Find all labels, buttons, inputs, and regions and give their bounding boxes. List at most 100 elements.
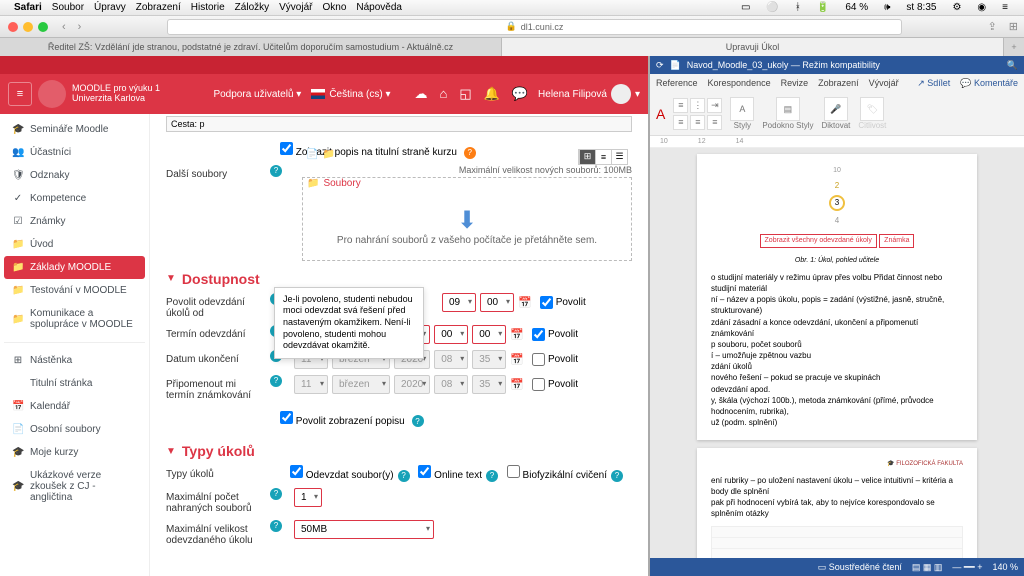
view-tree-icon[interactable]: ☰ <box>611 150 627 164</box>
tab-1[interactable]: Ředitel ZŠ: Vzdělání jde stranou, podsta… <box>0 38 502 56</box>
bullets-icon[interactable]: ≡ <box>673 98 688 113</box>
min-select[interactable]: 00 <box>480 293 514 312</box>
help-icon[interactable]: ? <box>398 470 410 482</box>
bt-icon[interactable]: ᚼ <box>795 2 801 13</box>
cloud-icon[interactable]: ☁ <box>415 86 428 102</box>
airplay-icon[interactable]: ▭ <box>741 2 750 13</box>
tabs-button[interactable]: ⊞ <box>1009 20 1018 33</box>
hour-select[interactable]: 09 <box>442 293 476 312</box>
sidebar-item-nastenka[interactable]: ⊞Nástěnka <box>4 349 145 372</box>
help-icon[interactable]: ? <box>270 488 282 500</box>
autosave-icon[interactable]: ⟳ <box>656 60 664 71</box>
chat-icon[interactable]: 💬 <box>512 86 528 102</box>
folder-name[interactable]: Soubory <box>323 178 360 189</box>
tab-koresp[interactable]: Korespondence <box>708 78 771 88</box>
menu-history[interactable]: Historie <box>191 2 225 13</box>
dictate-button[interactable]: 🎤 <box>824 97 848 121</box>
sidebar-item-znamky[interactable]: ☑Známky <box>4 210 145 233</box>
help-icon[interactable]: ? <box>611 470 623 482</box>
zoom-level[interactable]: 140 % <box>992 562 1018 572</box>
tab-reference[interactable]: Reference <box>656 78 698 88</box>
numbering-icon[interactable]: ⋮ <box>690 98 705 113</box>
menu-file[interactable]: Soubor <box>52 2 84 13</box>
address-bar[interactable]: 🔒 dl1.cuni.cz <box>167 19 901 35</box>
spotlight-icon[interactable]: ⚙ <box>952 2 961 13</box>
enable-checkbox[interactable] <box>532 328 545 341</box>
app-name[interactable]: Safari <box>14 2 42 13</box>
type-bio-checkbox[interactable] <box>507 465 520 478</box>
siri-icon[interactable]: ◉ <box>977 2 986 13</box>
menu-develop[interactable]: Vývojář <box>279 2 312 13</box>
styles-button[interactable]: A <box>730 97 754 121</box>
help-icon[interactable]: ? <box>270 375 282 387</box>
sidebar-item-uvod[interactable]: 📁Úvod <box>4 233 145 256</box>
wifi-icon[interactable]: ⚪ <box>766 2 778 13</box>
battery-icon[interactable]: 🔋 <box>817 2 829 13</box>
clock[interactable]: st 8:35 <box>906 2 936 13</box>
document-area[interactable]: 10 2 3 4 Zobrazit všechny odevzdané úkol… <box>650 148 1024 558</box>
min-select[interactable]: 00 <box>472 325 506 344</box>
hour-select[interactable]: 00 <box>434 325 468 344</box>
indent-icon[interactable]: ⇥ <box>707 98 722 113</box>
sidebar-item-kalendar[interactable]: 📅Kalendář <box>4 395 145 418</box>
add-file-icon[interactable]: 📄 <box>306 149 318 165</box>
view-buttons[interactable]: ▤ ▦ ▥ <box>912 562 943 573</box>
lang-menu[interactable]: Čeština (cs) ▾ <box>329 89 390 100</box>
sidebar-item-kurzy[interactable]: 🎓Moje kurzy <box>4 441 145 464</box>
sidebar-item-zaklady[interactable]: 📁Základy MOODLE <box>4 256 145 279</box>
view-list-icon[interactable]: ≡ <box>595 150 611 164</box>
ruler[interactable]: 101214 <box>650 136 1024 148</box>
help-icon[interactable]: ? <box>486 470 498 482</box>
type-online-checkbox[interactable] <box>418 465 431 478</box>
home-icon[interactable]: ⌂ <box>440 86 448 102</box>
align-center-icon[interactable]: ≡ <box>690 115 705 130</box>
font-color-icon[interactable]: A <box>656 106 665 122</box>
back-button[interactable]: ‹ <box>62 21 66 33</box>
view-grid-icon[interactable]: ⊞ <box>579 150 595 164</box>
help-icon[interactable]: ? <box>270 520 282 532</box>
align-right-icon[interactable]: ≡ <box>707 115 722 130</box>
dashboard-icon[interactable]: ◱ <box>459 86 471 102</box>
zoom-slider[interactable]: — ━━ + <box>952 562 982 573</box>
search-icon[interactable]: 🔍 <box>1007 60 1018 71</box>
file-drop-zone[interactable]: 📁Soubory ⬇ Pro nahrání souborů z vašeho … <box>302 177 632 261</box>
sidebar-item-kompetence[interactable]: ✓Kompetence <box>4 187 145 210</box>
tab-revize[interactable]: Revize <box>781 78 809 88</box>
enable-checkbox[interactable] <box>540 296 553 309</box>
sidebar-item-ucastnici[interactable]: 👥Účastníci <box>4 141 145 164</box>
tab-zobrazeni[interactable]: Zobrazení <box>818 78 859 88</box>
menu-bookmarks[interactable]: Záložky <box>235 2 269 13</box>
window-controls[interactable] <box>0 22 56 32</box>
support-link[interactable]: Podpora uživatelů ▾ <box>213 89 301 100</box>
tab-vyvojar[interactable]: Vývojář <box>869 78 899 88</box>
calendar-icon[interactable]: 📅 <box>518 296 532 309</box>
type-file-checkbox[interactable] <box>290 465 303 478</box>
tab-2[interactable]: Upravuji Úkol <box>502 38 1004 56</box>
max-files-select[interactable]: 1 <box>294 488 322 507</box>
section-availability[interactable]: ▼Dostupnost <box>166 271 632 287</box>
user-menu[interactable]: Helena Filipová▾ <box>538 84 640 104</box>
styles-pane-button[interactable]: ▤ <box>776 97 800 121</box>
share-button[interactable]: ↗ Sdílet <box>917 78 950 89</box>
help-icon[interactable]: ? <box>270 165 282 177</box>
sidebar-item-seminare[interactable]: 🎓Semináře Moodle <box>4 118 145 141</box>
menu-edit[interactable]: Úpravy <box>94 2 126 13</box>
menu-help[interactable]: Nápověda <box>356 2 402 13</box>
calendar-icon[interactable]: 📅 <box>510 328 524 341</box>
help-icon[interactable]: ? <box>412 415 424 427</box>
fwd-button[interactable]: › <box>78 21 82 33</box>
sidebar-item-cj[interactable]: 🎓Ukázkové verze zkoušek z CJ - angličtin… <box>4 464 145 509</box>
section-types[interactable]: ▼Typy úkolů <box>166 443 632 459</box>
sidebar-item-titulni[interactable]: Titulní stránka <box>4 372 145 395</box>
hamburger-button[interactable]: ≡ <box>8 82 32 106</box>
show-desc-checkbox[interactable] <box>280 142 293 155</box>
bell-icon[interactable]: 🔔 <box>484 86 500 102</box>
max-filesize-select[interactable]: 50MB <box>294 520 434 539</box>
show-desc2-checkbox[interactable] <box>280 411 293 424</box>
new-tab-button[interactable]: + <box>1004 38 1024 56</box>
align-left-icon[interactable]: ≡ <box>673 115 688 130</box>
sidebar-item-testovani[interactable]: 📁Testování v MOODLE <box>4 279 145 302</box>
menu-view[interactable]: Zobrazení <box>136 2 181 13</box>
sidebar-item-soubory[interactable]: 📄Osobní soubory <box>4 418 145 441</box>
menu-window[interactable]: Okno <box>322 2 346 13</box>
